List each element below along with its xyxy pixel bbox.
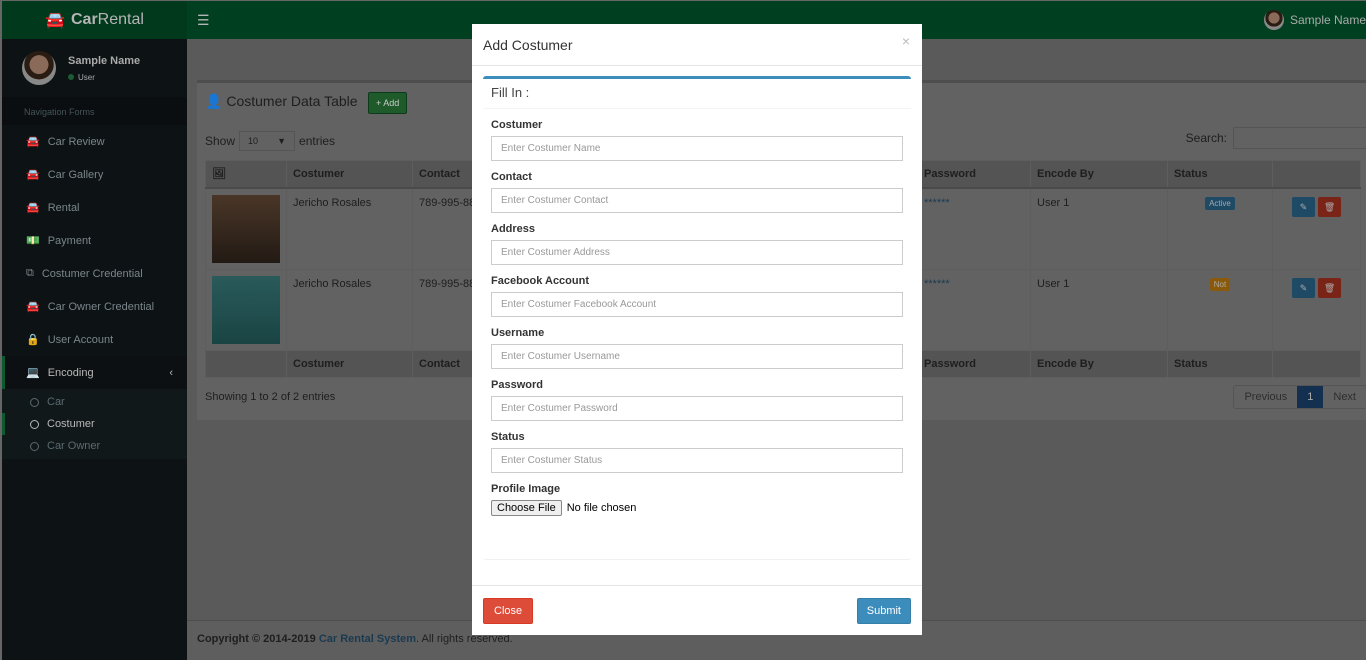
page-1-button[interactable]: 1: [1297, 386, 1324, 408]
choose-file-button[interactable]: Choose File: [491, 500, 562, 516]
sidebar-item-payment[interactable]: 💵 Payment: [2, 224, 187, 257]
sidebar-subitem-car-owner[interactable]: Car Owner: [2, 435, 187, 457]
add-costumer-button[interactable]: + Add: [368, 92, 408, 114]
modal-title: Add Costumer: [483, 37, 573, 53]
search-input[interactable]: [1233, 127, 1366, 149]
costumer-input[interactable]: Enter Costumer Name: [491, 136, 903, 161]
user-panel: Sample Name User: [2, 39, 187, 97]
laptop-icon: 💻: [26, 367, 40, 379]
status-badge: Active: [1205, 196, 1235, 210]
column-header-status[interactable]: Status: [1167, 160, 1273, 189]
edit-button[interactable]: ✎: [1291, 277, 1315, 298]
box-title: 👤 Costumer Data Table: [205, 93, 358, 109]
pagination: Previous 1 Next: [1233, 385, 1366, 409]
sidebar: Sample Name User Navigation Forms 🚘 Car Re…: [2, 39, 187, 660]
circle-icon: [30, 441, 39, 451]
money-icon: 💵: [26, 235, 40, 247]
username-input[interactable]: Enter Costumer Username: [491, 344, 903, 369]
sidebar-item-car-owner-credential[interactable]: 🚘 Car Owner Credential: [2, 290, 187, 323]
user-menu[interactable]: Sample Name: [1263, 1, 1366, 39]
user-icon: 👤: [205, 93, 223, 109]
sidebar-subitem-costumer[interactable]: Costumer: [2, 413, 187, 435]
edit-button[interactable]: ✎: [1291, 196, 1315, 217]
close-icon[interactable]: ×: [902, 33, 910, 49]
car-icon: 🚘: [26, 301, 40, 313]
sidebar-item-costumer-credential[interactable]: ⧉ Costumer Credential: [2, 257, 187, 290]
image-icon: 🖼: [212, 168, 226, 181]
submit-button[interactable]: Submit: [856, 598, 911, 624]
avatar: [1263, 10, 1284, 30]
delete-button[interactable]: 🗑: [1318, 277, 1342, 298]
column-header-password[interactable]: Password: [917, 160, 1031, 189]
panel-title: Fill In :: [483, 79, 911, 109]
close-button[interactable]: Close: [483, 598, 534, 624]
sidebar-subitem-car[interactable]: Car: [2, 391, 187, 413]
profile-photo: [212, 194, 280, 263]
lock-icon: 🔒: [26, 334, 40, 346]
sidebar-item-car-review[interactable]: 🚘 Car Review: [2, 125, 187, 158]
car-icon: 🚘: [45, 12, 65, 29]
car-icon: 🚘: [26, 202, 40, 214]
circle-icon: [30, 397, 39, 407]
online-dot-icon: [68, 73, 74, 80]
circle-icon: [30, 419, 39, 429]
nav-header: Navigation Forms: [2, 97, 187, 125]
sidebar-item-user-account[interactable]: 🔒 User Account: [2, 323, 187, 356]
delete-button[interactable]: 🗑: [1318, 196, 1342, 217]
contact-input[interactable]: Enter Costumer Contact: [491, 188, 903, 213]
caret-down-icon: ▼: [277, 136, 287, 146]
entries-select[interactable]: 10 ▼: [239, 131, 296, 151]
footer-link[interactable]: Car Rental System: [319, 633, 416, 645]
sidebar-item-car-gallery[interactable]: 🚘 Car Gallery: [2, 158, 187, 191]
add-costumer-modal: Add Costumer × Fill In : Costumer Enter Co…: [472, 24, 922, 635]
profile-photo: [212, 275, 280, 344]
password-input[interactable]: Enter Costumer Password: [491, 396, 903, 421]
column-header-image[interactable]: 🖼: [205, 160, 287, 189]
address-input[interactable]: Enter Costumer Address: [491, 240, 903, 265]
status-badge: Not: [1209, 277, 1231, 291]
previous-button[interactable]: Previous: [1234, 386, 1297, 408]
column-header-costumer[interactable]: Costumer: [286, 160, 413, 189]
menu-toggle-icon[interactable]: ☰: [197, 12, 210, 29]
column-header-encode-by[interactable]: Encode By: [1030, 160, 1168, 189]
copy-icon: ⧉: [26, 267, 34, 279]
sidebar-item-rental[interactable]: 🚘 Rental: [2, 191, 187, 224]
status-input[interactable]: Enter Costumer Status: [491, 448, 903, 473]
sidebar-item-encoding[interactable]: 💻 Encoding ‹: [2, 356, 187, 389]
car-icon: 🚘: [26, 169, 40, 181]
facebook-account-input[interactable]: Enter Costumer Facebook Account: [491, 292, 903, 317]
logo[interactable]: 🚘 CarRental: [2, 1, 187, 39]
column-header-actions[interactable]: [1272, 160, 1361, 189]
avatar: [22, 51, 56, 85]
car-icon: 🚘: [26, 136, 40, 148]
next-button[interactable]: Next: [1323, 386, 1366, 408]
table-info: Showing 1 to 2 of 2 entries: [205, 391, 336, 403]
chevron-left-icon: ‹: [169, 366, 173, 379]
